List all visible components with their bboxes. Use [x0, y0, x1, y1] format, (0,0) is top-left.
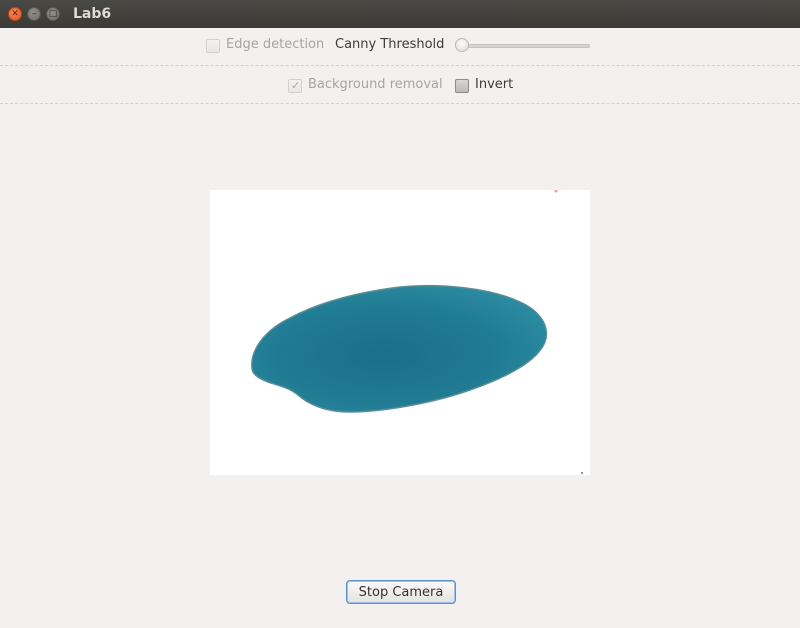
- invert-label: Invert: [475, 77, 514, 92]
- camera-frame: [210, 190, 590, 475]
- background-removal-label: Background removal: [308, 77, 443, 92]
- close-window-icon[interactable]: ✕: [8, 7, 22, 21]
- canny-threshold-slider[interactable]: [460, 44, 590, 48]
- camera-image: [251, 190, 583, 474]
- window-title: Lab6: [73, 6, 112, 22]
- stop-camera-button[interactable]: Stop Camera: [346, 580, 456, 604]
- edge-detection-row: Edge detection Canny Threshold: [0, 28, 800, 64]
- title-bar[interactable]: ✕ – □ Lab6: [0, 0, 800, 28]
- background-removal-row: ✓ Background removal Invert: [0, 66, 800, 103]
- blue-blob: [251, 284, 548, 413]
- edge-detection-checkbox[interactable]: [206, 39, 220, 53]
- minimize-window-icon[interactable]: –: [27, 7, 41, 21]
- checkmark-icon: ✓: [291, 79, 301, 92]
- background-removal-checkbox[interactable]: ✓: [288, 79, 302, 93]
- edge-detection-label: Edge detection: [226, 37, 325, 52]
- divider: [0, 103, 800, 104]
- canny-threshold-label: Canny Threshold: [335, 37, 445, 52]
- app-window: ✕ – □ Lab6 Edge detection Canny Threshol…: [0, 0, 800, 628]
- canny-threshold-slider-thumb[interactable]: [455, 38, 469, 52]
- maximize-window-icon[interactable]: □: [46, 7, 60, 21]
- invert-checkbox[interactable]: [455, 79, 469, 93]
